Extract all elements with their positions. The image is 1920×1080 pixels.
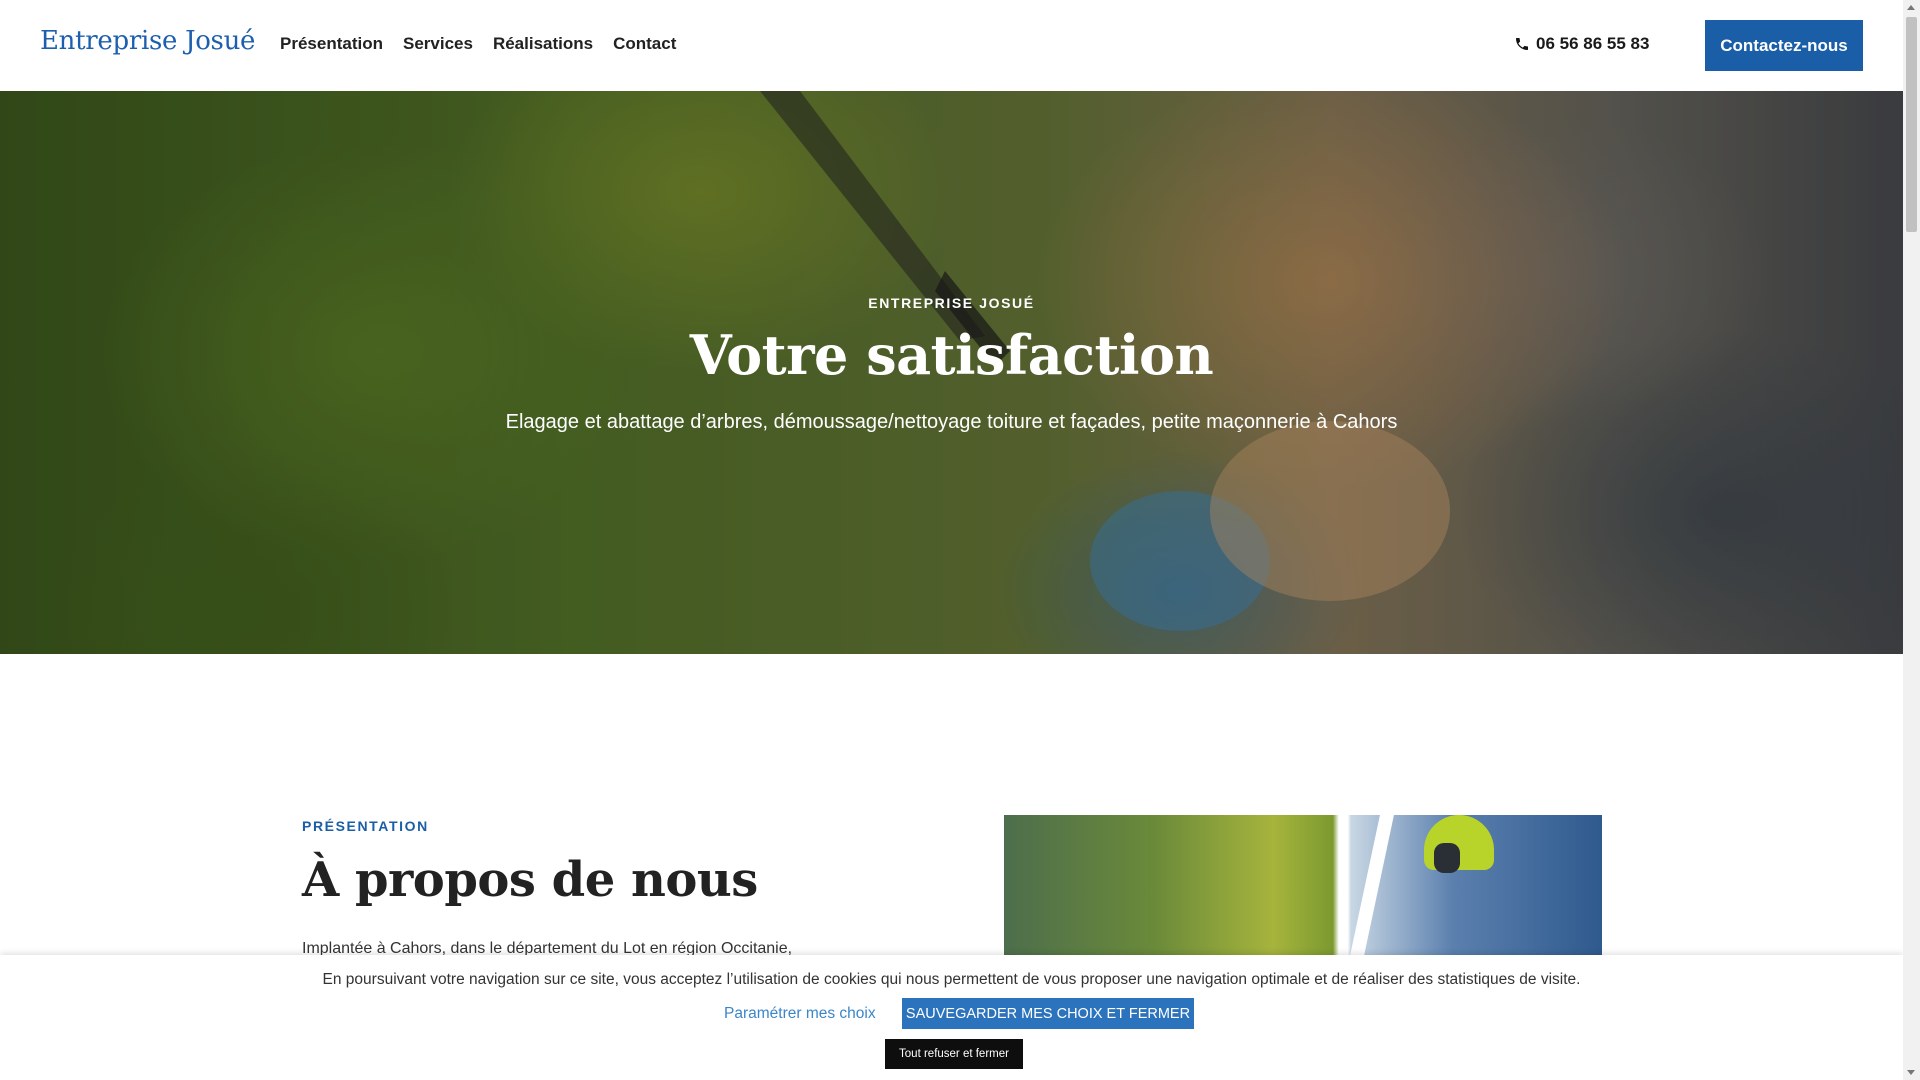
site-header: Entreprise Josué Présentation Services R…: [0, 0, 1903, 91]
presentation-title: À propos de nous: [302, 852, 758, 908]
hero-title: Votre satisfaction: [689, 323, 1214, 387]
cookie-banner: En poursuivant votre navigation sur ce s…: [0, 955, 1903, 1080]
phone-number: 06 56 86 55 83: [1536, 34, 1650, 53]
scroll-thumb[interactable]: [1906, 17, 1917, 232]
presentation-image: [1004, 815, 1602, 955]
nav-item-contact[interactable]: Contact: [613, 34, 676, 54]
scroll-up-arrow-icon[interactable]: [1907, 5, 1915, 10]
scroll-down-arrow-icon[interactable]: [1907, 1070, 1915, 1075]
worker-earmuff: [1434, 843, 1460, 873]
hero-subtitle: Elagage et abattage d’arbres, démoussage…: [505, 411, 1398, 433]
image-divider: [1345, 815, 1397, 955]
site-logo[interactable]: Entreprise Josué: [40, 26, 255, 56]
page-scrollbar[interactable]: [1903, 0, 1920, 1080]
hero-content: ENTREPRISE JOSUÉ Votre satisfaction Elag…: [0, 91, 1903, 654]
cookie-save-button[interactable]: SAUVEGARDER MES CHOIX ET FERMER: [902, 998, 1194, 1029]
cookie-refuse-button[interactable]: Tout refuser et fermer: [885, 1039, 1023, 1069]
phone-link[interactable]: 06 56 86 55 83: [1514, 34, 1649, 54]
main-nav: Présentation Services Réalisations Conta…: [280, 34, 676, 54]
hero-banner: ENTREPRISE JOSUÉ Votre satisfaction Elag…: [0, 91, 1903, 654]
nav-item-presentation[interactable]: Présentation: [280, 34, 383, 54]
contact-button[interactable]: Contactez-nous: [1705, 20, 1863, 71]
cookie-message: En poursuivant votre navigation sur ce s…: [322, 971, 1581, 988]
hero-eyebrow: ENTREPRISE JOSUÉ: [868, 295, 1035, 311]
nav-item-services[interactable]: Services: [403, 34, 473, 54]
cookie-settings-link[interactable]: Paramétrer mes choix: [724, 1005, 876, 1023]
nav-item-realisations[interactable]: Réalisations: [493, 34, 593, 54]
presentation-eyebrow: PRÉSENTATION: [302, 818, 429, 834]
phone-icon: [1516, 38, 1528, 50]
